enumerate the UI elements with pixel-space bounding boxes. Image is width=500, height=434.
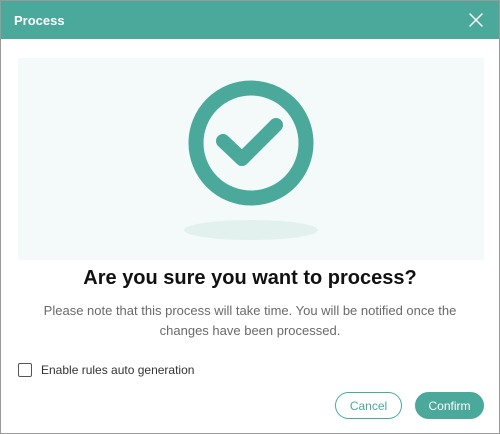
check-circle-icon [184, 80, 318, 240]
hero-illustration [18, 58, 484, 260]
auto-rules-checkbox[interactable] [18, 363, 32, 377]
confirmation-heading: Are you sure you want to process? [83, 267, 417, 289]
dialog-title: Process [14, 12, 65, 28]
process-note: Please note that this process will take … [43, 303, 457, 338]
process-dialog: Process Are you sure you want to process… [0, 0, 500, 434]
close-icon [469, 13, 483, 27]
dialog-titlebar: Process [1, 1, 499, 39]
auto-rules-option[interactable]: Enable rules auto generation [18, 363, 194, 377]
auto-rules-label[interactable]: Enable rules auto generation [41, 363, 194, 377]
confirm-button[interactable]: Confirm [415, 392, 484, 419]
close-button[interactable] [465, 9, 487, 31]
cancel-button[interactable]: Cancel [335, 392, 402, 419]
